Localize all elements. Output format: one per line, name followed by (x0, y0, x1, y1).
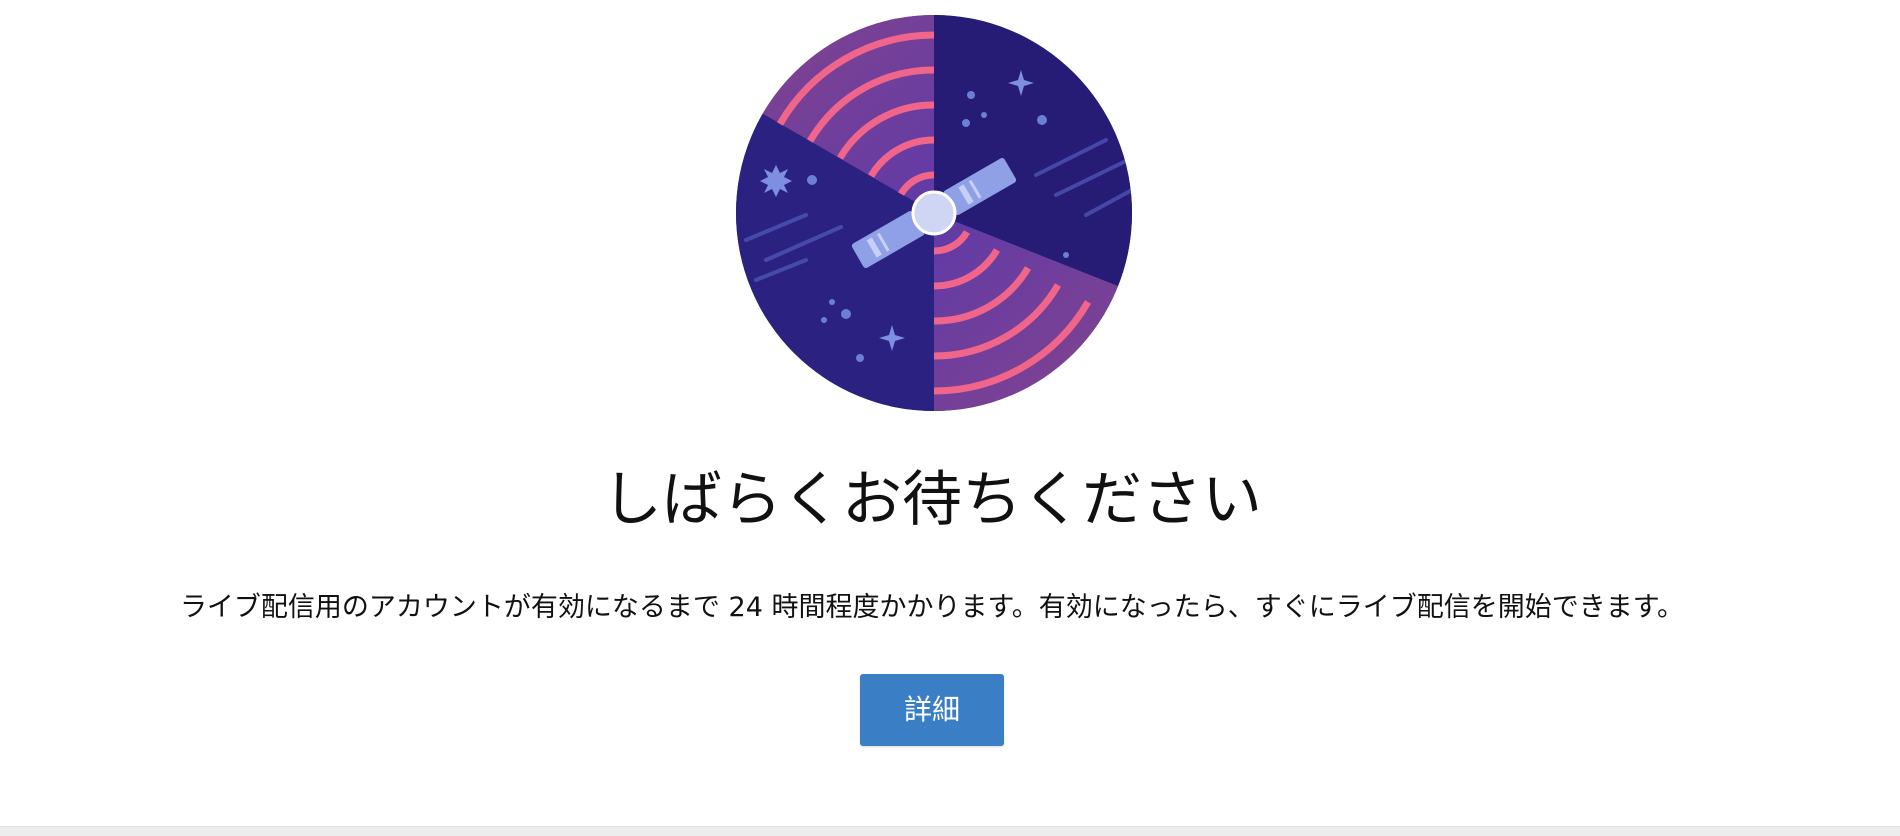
page-title: しばらくお待ちください (602, 465, 1262, 535)
satellite-icon (736, 15, 1132, 411)
bottom-divider (0, 826, 1900, 836)
satellite-illustration (736, 15, 1132, 411)
details-button[interactable]: 詳細 (860, 674, 1004, 746)
live-streaming-wait-page: しばらくお待ちください ライブ配信用のアカウントが有効になるまで 24 時間程度… (0, 0, 1900, 836)
account-activation-message: ライブ配信用のアカウントが有効になるまで 24 時間程度かかります。有効になった… (179, 592, 1685, 623)
